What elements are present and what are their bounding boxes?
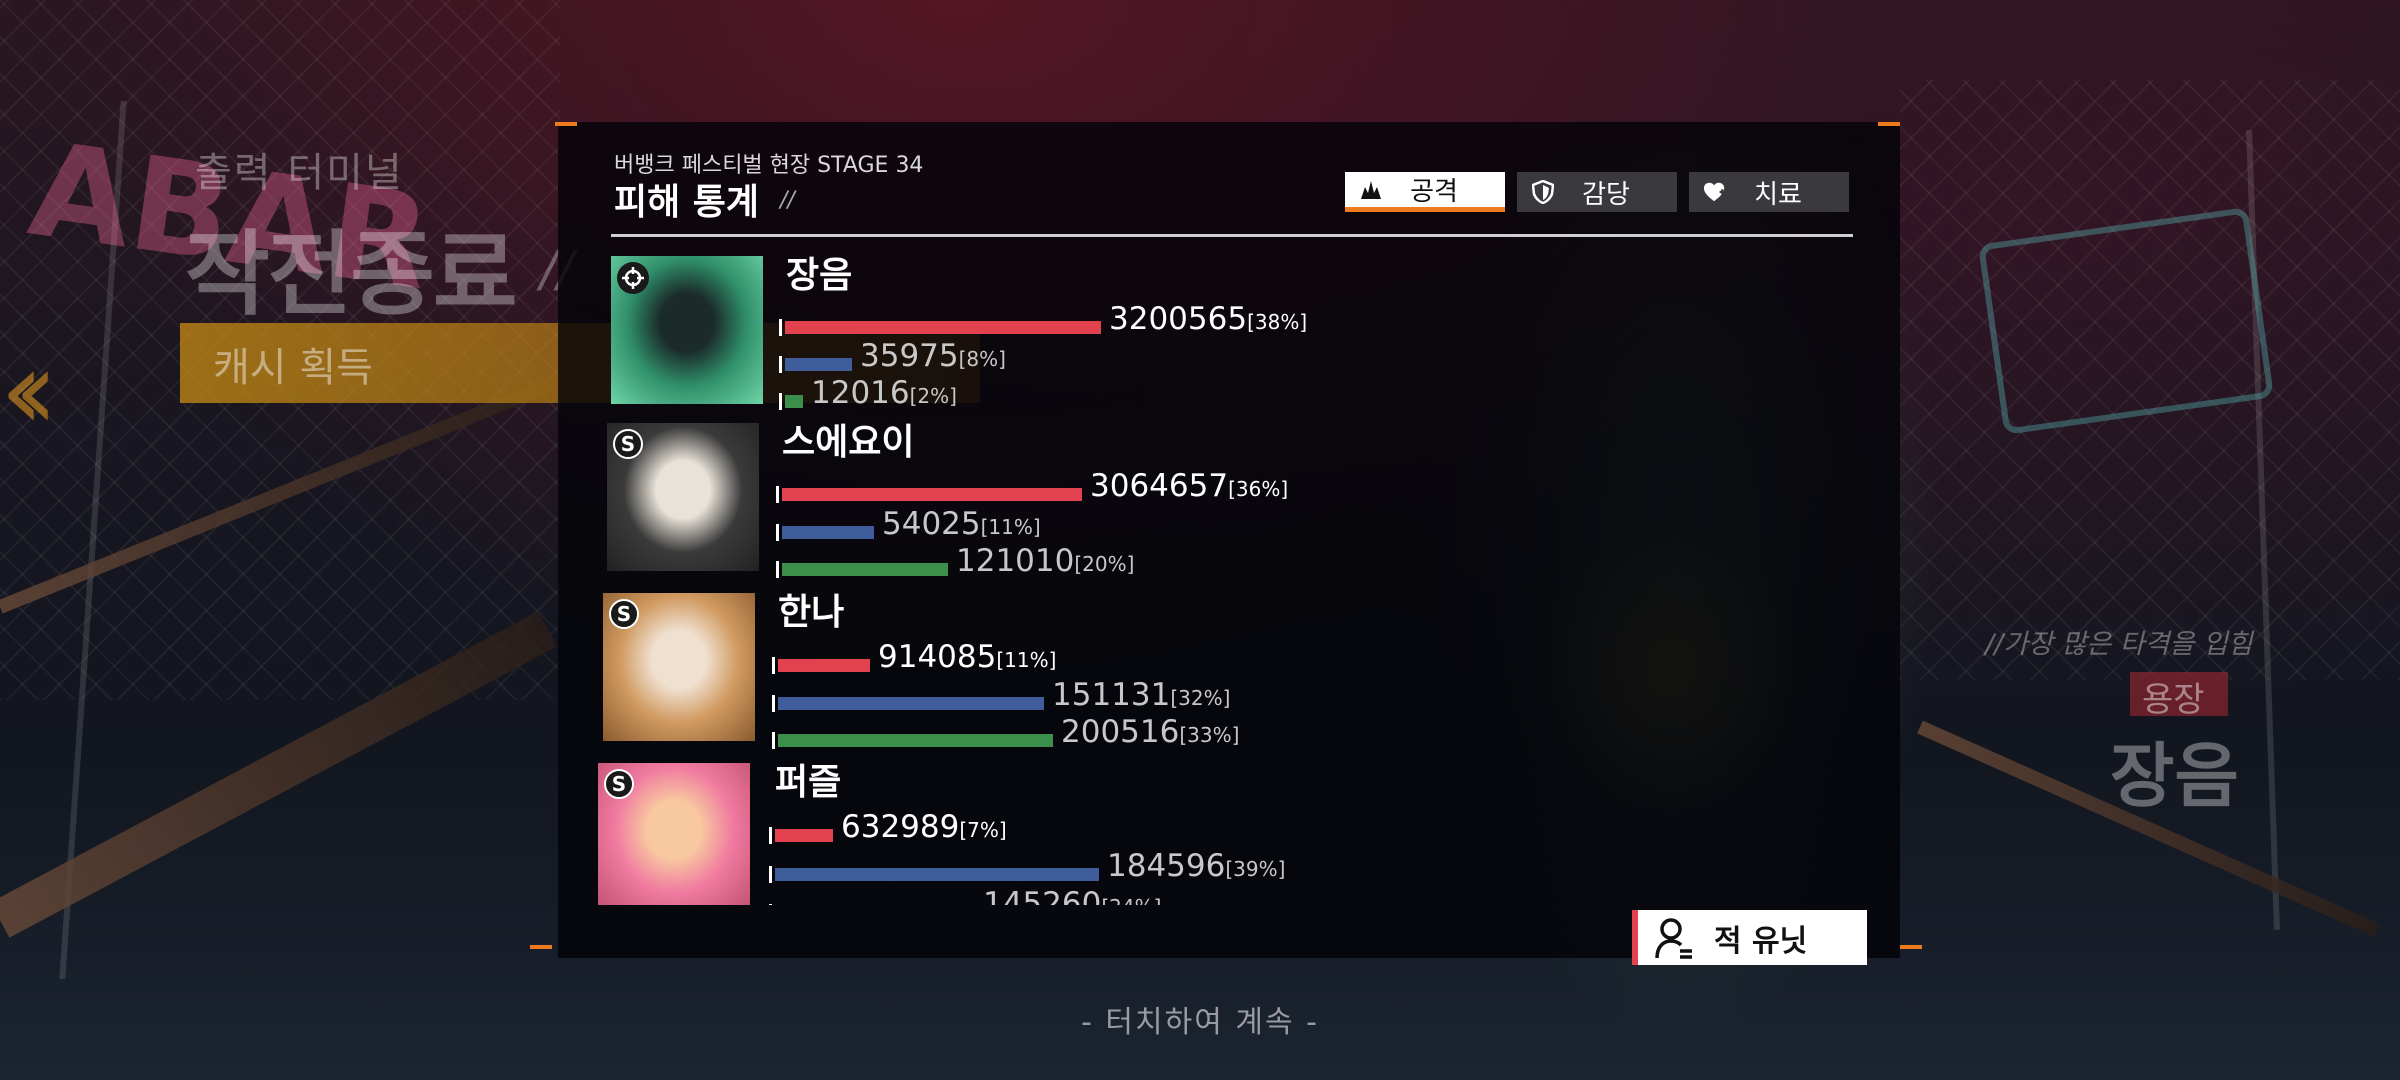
heal-value: 145260[24%] xyxy=(983,886,1161,905)
heal-bar xyxy=(776,561,948,578)
taken-percent: [11%] xyxy=(980,515,1041,539)
unit-portrait xyxy=(611,256,763,404)
terminal-label: 출력 터미널 xyxy=(195,150,404,196)
taken-value: 151131[32%] xyxy=(1052,677,1230,713)
heal-value: 121010[20%] xyxy=(956,543,1134,579)
unit-name: 스에요이 xyxy=(782,422,915,463)
taken-bar xyxy=(779,356,852,373)
heal-percent: [33%] xyxy=(1179,723,1240,747)
card-frame-decoration xyxy=(1977,207,2275,435)
heal-percent: [2%] xyxy=(909,384,957,408)
unit-name: 장음 xyxy=(786,255,853,296)
taken-value: 54025[11%] xyxy=(882,506,1041,542)
heal-value: 12016[2%] xyxy=(811,375,957,411)
heal-bar xyxy=(779,393,803,410)
damage-value: 3200565[38%] xyxy=(1109,301,1307,337)
damage-percent: [7%] xyxy=(959,818,1007,842)
damage-bar xyxy=(779,319,1101,336)
taken-number: 184596 xyxy=(1107,848,1226,884)
heal-percent: [20%] xyxy=(1074,552,1135,576)
heal-bar xyxy=(772,732,1053,749)
damage-percent: [11%] xyxy=(996,648,1057,672)
s-rank-icon: S xyxy=(604,769,634,799)
damage-bar xyxy=(769,827,833,844)
damage-value: 3064657[36%] xyxy=(1090,468,1288,504)
taken-bar xyxy=(776,524,874,541)
taken-percent: [32%] xyxy=(1170,686,1231,710)
damage-bar xyxy=(772,657,870,674)
taken-bar xyxy=(772,695,1044,712)
panel-corner xyxy=(530,945,552,949)
damage-percent: [38%] xyxy=(1247,310,1308,334)
most-damage-taken-hint: //가장 많은 타격을 입힘 xyxy=(1985,629,2253,660)
heal-number: 121010 xyxy=(956,543,1075,579)
touch-to-continue[interactable]: - 터치하여 계속 - xyxy=(0,997,2400,1041)
damage-number: 632989 xyxy=(841,809,960,845)
damage-number: 3200565 xyxy=(1109,301,1248,337)
taken-value: 35975[8%] xyxy=(860,338,1006,374)
s-rank-icon: S xyxy=(609,599,639,629)
damage-value: 632989[7%] xyxy=(841,809,1007,845)
taken-number: 35975 xyxy=(860,338,959,374)
damage-value: 914085[11%] xyxy=(878,639,1056,675)
damage-number: 3064657 xyxy=(1090,468,1229,504)
damage-bar xyxy=(776,486,1082,503)
crosshair-icon xyxy=(617,262,649,294)
enemy-units-button[interactable]: 적 유닛 xyxy=(1632,910,1867,965)
unit-list[interactable]: 장음 3200565[38%] 35975[8%] 12016[2%] S 스에요이 306… xyxy=(558,122,1900,905)
enemy-units-label: 적 유닛 xyxy=(1714,923,1808,959)
heal-number: 12016 xyxy=(811,375,910,411)
cash-acquired-label: 캐시 획득 xyxy=(213,345,373,391)
heal-number: 145260 xyxy=(983,886,1102,905)
taken-number: 54025 xyxy=(882,506,981,542)
heal-percent: [24%] xyxy=(1101,895,1161,905)
operation-end-title: 작전종료 xyxy=(185,221,518,328)
damage-percent: [36%] xyxy=(1228,477,1289,501)
chevron-left-icon: ‹‹ xyxy=(0,326,58,454)
unit-portrait: S xyxy=(598,763,750,905)
taken-value: 184596[39%] xyxy=(1107,848,1285,884)
unit-portrait: S xyxy=(603,593,755,741)
panel-corner xyxy=(1900,945,1922,949)
brave-unit-name: 장음 xyxy=(2110,735,2239,817)
unit-name: 퍼즐 xyxy=(775,762,842,803)
heal-number: 200516 xyxy=(1061,714,1180,750)
unit-portrait: S xyxy=(607,423,759,571)
enemy-user-icon xyxy=(1654,916,1694,960)
taken-number: 151131 xyxy=(1052,677,1171,713)
unit-name: 한나 xyxy=(778,592,845,633)
taken-percent: [39%] xyxy=(1225,857,1286,881)
taken-percent: [8%] xyxy=(958,347,1006,371)
heal-value: 200516[33%] xyxy=(1061,714,1239,750)
brave-badge-label: 용장 xyxy=(2142,680,2205,720)
damage-number: 914085 xyxy=(878,639,997,675)
s-rank-icon: S xyxy=(613,429,643,459)
taken-bar xyxy=(769,866,1099,883)
